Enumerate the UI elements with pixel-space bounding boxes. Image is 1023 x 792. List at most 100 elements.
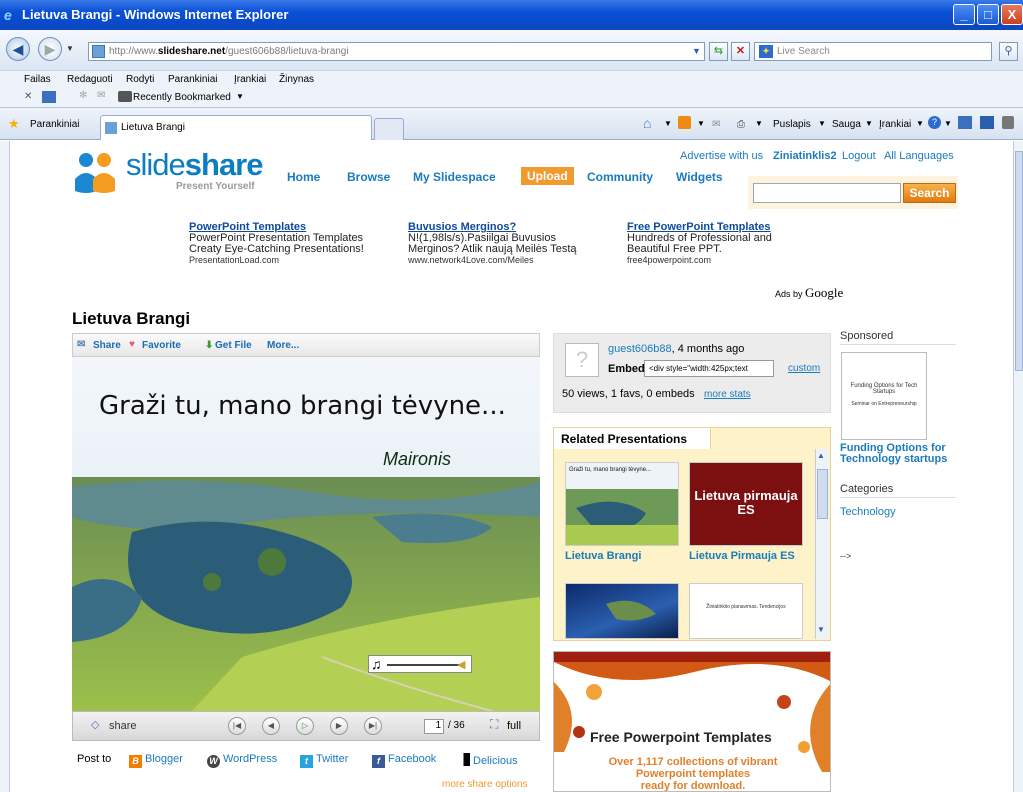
related-title-2[interactable]: Lietuva Pirmauja ES [689,550,795,562]
menu-help[interactable]: Žinynas [279,74,314,85]
help-icon[interactable]: ? [928,116,941,129]
print-dropdown-icon[interactable]: ▼ [755,119,763,128]
last-slide-button[interactable]: ▶| [364,717,382,735]
menu-favorites[interactable]: Parankiniai [168,74,217,85]
site-search-input[interactable] [753,183,901,203]
home-icon[interactable]: ⌂ [643,115,651,131]
ad-buvusios-merginos[interactable]: Buvusios Merginos? N!(1,98ls/s).Pasiilga… [408,222,577,266]
category-link[interactable]: Technology [840,506,896,518]
minimize-button[interactable]: _ [953,4,975,25]
print-icon[interactable]: ⎙ [737,119,745,130]
nav-upload[interactable]: Upload [521,167,574,185]
page-number-input[interactable]: 1 [424,719,444,734]
more-action[interactable]: More... [267,340,299,351]
menu-edit[interactable]: Redaguoti [67,74,113,85]
help-dropdown-icon[interactable]: ▼ [944,119,952,128]
sponsor-thumbnail[interactable]: Funding Options for Tech Startups Semina… [841,352,927,440]
safety-menu[interactable]: Sauga [832,119,861,130]
research-icon[interactable] [958,116,972,129]
search-icon[interactable]: ⚲ [999,42,1018,61]
get-file-action[interactable]: Get File [215,340,252,351]
menu-tools[interactable]: Įrankiai [234,74,266,85]
toolbar-app-icon[interactable] [42,91,56,103]
favorites-button[interactable]: Parankiniai [30,119,79,130]
advertise-link[interactable]: Advertise with us [680,150,763,162]
post-facebook[interactable]: f Facebook [372,753,436,768]
languages-link[interactable]: All Languages [884,150,954,162]
ads-by-google[interactable]: Ads by Google [775,285,843,301]
read-mail-icon[interactable]: ✉ [712,119,720,130]
next-slide-button[interactable]: ▶ [330,717,348,735]
previous-slide-button[interactable]: ◀ [262,717,280,735]
page-menu[interactable]: Puslapis [773,119,811,130]
ppt-templates-ad[interactable]: Free Powerpoint Templates Over 1,117 col… [553,651,831,792]
audio-seek-track[interactable] [387,664,459,666]
related-scrollbar[interactable]: ▲ ▼ [815,449,829,639]
live-search-input[interactable]: ✦ Live Search [754,42,992,61]
back-button[interactable]: ◀ [6,37,30,61]
favorite-action[interactable]: Favorite [142,340,181,351]
maximize-button[interactable]: □ [977,4,999,25]
new-tab-button[interactable] [374,118,404,140]
tools-menu-dropdown-icon[interactable]: ▼ [916,119,924,128]
slide-viewer[interactable]: Graži tu, mano brangi tėvyne... Maironis… [72,357,540,711]
vertical-scrollbar[interactable] [1013,141,1023,792]
feeds-dropdown-icon[interactable]: ▼ [697,119,705,128]
audio-player[interactable]: ♫ ◀ [368,655,472,673]
related-title-1[interactable]: Lietuva Brangi [565,550,641,562]
site-search-button[interactable]: Search [903,183,956,203]
embed-code-input[interactable]: <div style="width:425px;text [644,360,774,377]
recently-bookmarked-menu[interactable]: Recently Bookmarked [133,92,231,103]
star-icon[interactable]: ✻ [79,90,87,101]
more-stats-link[interactable]: more stats [704,389,751,400]
address-dropdown-icon[interactable]: ▼ [687,43,706,62]
post-twitter[interactable]: t Twitter [300,753,348,768]
custom-embed-link[interactable]: custom [788,363,820,374]
fullscreen-button[interactable]: full [507,720,521,732]
stop-icon[interactable]: ✕ [731,42,750,61]
nav-widgets[interactable]: Widgets [676,170,723,184]
feeds-icon[interactable] [678,116,691,129]
logout-link[interactable]: Logout [842,150,876,162]
messenger-icon[interactable] [980,116,994,129]
slideshare-logo[interactable]: slideshare Present Yourself [72,147,263,195]
first-slide-button[interactable]: |◀ [228,717,246,735]
post-wordpress[interactable]: W WordPress [207,753,277,768]
player-share-button[interactable]: share [109,720,137,732]
post-delicious[interactable]: Delicious [457,753,518,767]
post-blogger[interactable]: B Blogger [129,753,183,768]
user-avatar[interactable]: ? [565,343,599,377]
close-window-button[interactable]: X [1001,4,1023,25]
address-input[interactable]: http://www.slideshare.net/guest606b88/li… [88,42,705,61]
related-thumb-2[interactable]: Lietuva pirmauja ES [689,462,803,546]
ad-powerpoint-templates[interactable]: PowerPoint Templates PowerPoint Presenta… [189,222,364,266]
forward-button[interactable]: ▶ [38,37,62,61]
recently-bookmarked-dropdown-icon[interactable]: ▼ [236,92,244,101]
related-thumb-3[interactable] [565,583,679,639]
safety-menu-dropdown-icon[interactable]: ▼ [865,119,873,128]
nav-browse[interactable]: Browse [347,170,390,184]
more-share-options-link[interactable]: more share options [442,779,528,790]
ad-free-powerpoint-templates[interactable]: Free PowerPoint Templates Hundreds of Pr… [627,222,772,266]
play-button[interactable]: ▷ [296,717,314,735]
tab-lietuva-brangi[interactable]: Lietuva Brangi [100,115,372,140]
mail-icon[interactable]: ✉ [97,90,105,101]
history-dropdown-icon[interactable]: ▼ [66,44,74,53]
scrollbar-thumb[interactable] [1015,151,1023,371]
nav-home[interactable]: Home [287,170,320,184]
menu-file[interactable]: Failas [24,74,51,85]
scroll-up-icon[interactable]: ▲ [817,451,825,460]
sponsor-link[interactable]: Funding Options for Technology startups [840,443,955,465]
menu-view[interactable]: Rodyti [126,74,154,85]
home-dropdown-icon[interactable]: ▼ [664,119,672,128]
page-menu-dropdown-icon[interactable]: ▼ [818,119,826,128]
lock-icon[interactable] [1002,116,1014,129]
favorites-star-icon[interactable]: ★ [8,116,20,132]
nav-my-slidespace[interactable]: My Slidespace [413,170,496,184]
speaker-icon[interactable]: ◀ [457,658,465,671]
close-toolbar-icon[interactable]: ✕ [24,91,32,102]
share-action[interactable]: Share [93,340,121,351]
nav-community[interactable]: Community [587,170,653,184]
scroll-down-icon[interactable]: ▼ [817,625,825,634]
related-thumb-4[interactable]: Žiniatinklio planavimas. Tendencijos [689,583,803,639]
